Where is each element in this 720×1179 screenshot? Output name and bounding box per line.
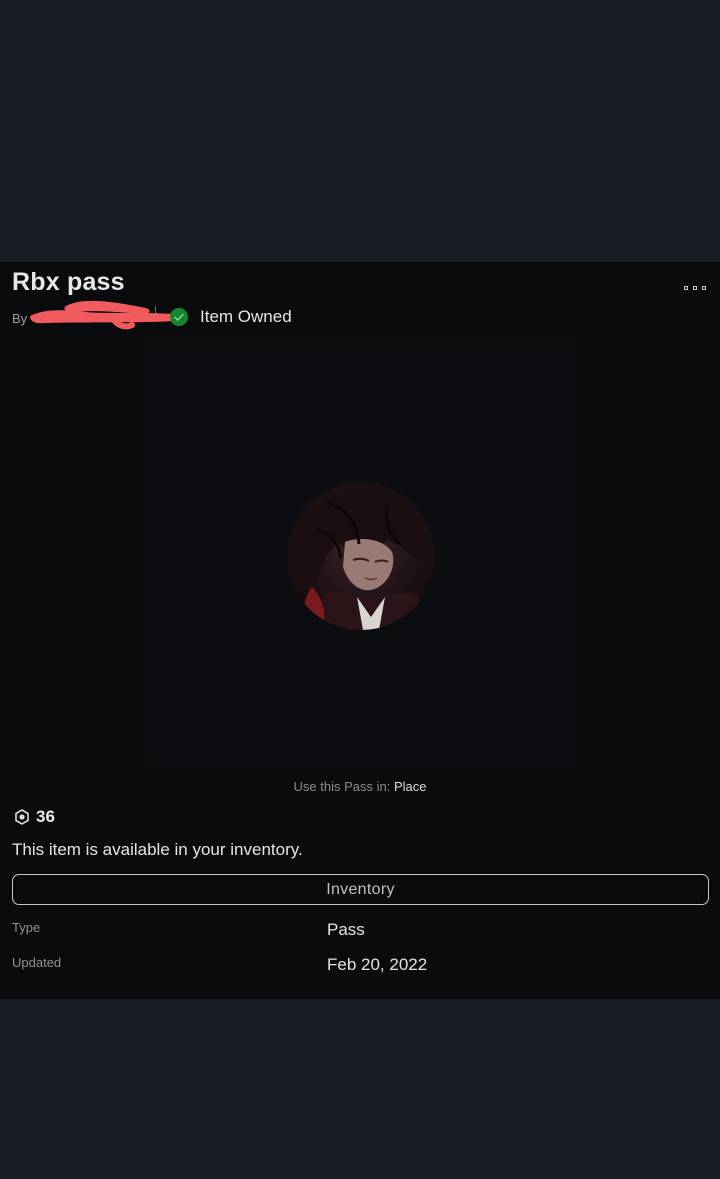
type-value: Pass	[327, 920, 365, 939]
updated-value: Feb 20, 2022	[327, 955, 428, 974]
inventory-button[interactable]: Inventory	[12, 874, 709, 905]
owned-check-icon	[170, 308, 188, 326]
robux-icon	[15, 809, 29, 825]
creator-row: By Item Owned	[12, 300, 332, 330]
use-pass-in-label: Use this Pass in:	[293, 779, 394, 794]
more-dot-icon	[702, 286, 706, 290]
updated-label: Updated	[12, 955, 62, 970]
item-panel: Rbx pass By Item Owned Use this Pass in:…	[0, 262, 720, 999]
by-label: By	[12, 311, 28, 326]
pass-image	[287, 482, 435, 630]
redaction-scribble	[30, 300, 179, 330]
availability-text: This item is available in your inventory…	[12, 840, 303, 859]
price-row: 36	[14, 807, 55, 827]
item-details-page: Rbx pass By Item Owned Use this Pass in:…	[0, 0, 720, 1179]
type-label: Type	[12, 920, 41, 935]
price-value: 36	[36, 807, 55, 826]
item-owned-label: Item Owned	[200, 307, 292, 326]
more-dot-icon	[693, 286, 697, 290]
more-options-button[interactable]	[684, 280, 706, 296]
use-pass-in-text: Use this Pass in: Place	[0, 779, 720, 794]
more-dot-icon	[684, 286, 688, 290]
item-thumbnail	[145, 342, 575, 767]
place-link[interactable]: Place	[394, 779, 427, 794]
